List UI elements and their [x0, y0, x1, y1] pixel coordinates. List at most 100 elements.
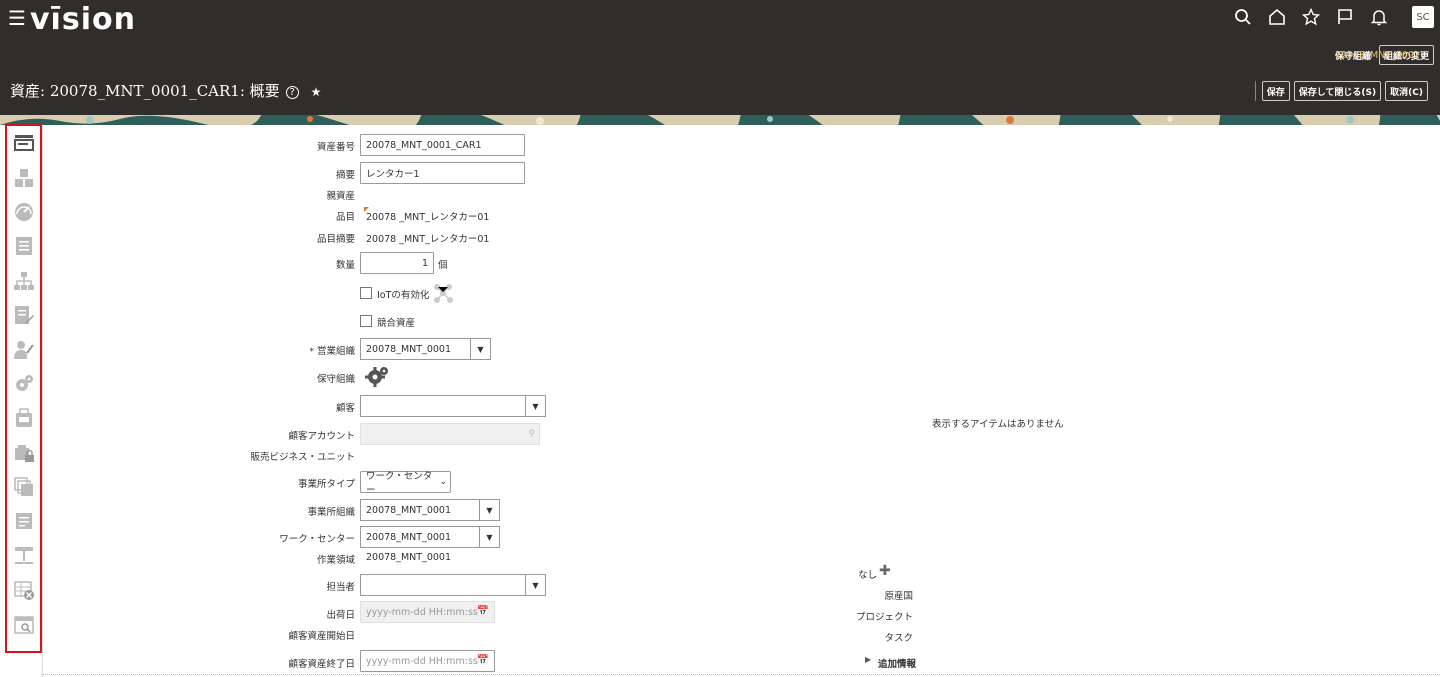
description-input[interactable]: レンタカー1 [360, 162, 525, 184]
quantity-input[interactable]: 1 [360, 252, 434, 274]
app-logo[interactable]: vīsion [30, 2, 136, 37]
favorite-star-icon[interactable]: ★ [311, 85, 322, 99]
calendar-icon: 📅 [476, 606, 489, 617]
hierarchy-icon [13, 271, 34, 290]
customer-account-input: ⚲ [360, 423, 540, 445]
competitor-asset-label: 競合資産 [377, 318, 416, 329]
operating-org-value: 20078_MNT_0001 [366, 343, 452, 355]
search-doc-icon [13, 615, 34, 634]
list-note-icon [15, 513, 32, 530]
sales-bu-label: 販売ビジネス・ユニット [250, 452, 355, 463]
page-title: 資産: 20078_MNT_0001_CAR1: 概要 [10, 82, 280, 100]
sidebar-item-list-notes[interactable] [7, 504, 40, 538]
item-label: 品目 [335, 212, 355, 223]
no-items-message: 表示するアイテムはありません [932, 419, 1064, 430]
sidebar-item-documents[interactable] [7, 229, 40, 263]
document-icon [15, 237, 32, 256]
additional-info-link[interactable]: 追加情報 [878, 656, 916, 670]
sidebar-item-technician[interactable] [7, 332, 40, 366]
user-avatar[interactable]: SC [1412, 6, 1434, 28]
structure-icon [14, 546, 33, 564]
customer-asset-end-placeholder: yyyy-mm-dd HH:mm:ss [366, 655, 478, 667]
iot-checkbox[interactable] [360, 287, 372, 299]
sidebar-item-basic-info[interactable] [7, 126, 40, 160]
location-type-value: ワーク・センター [366, 471, 433, 496]
favorites-icon[interactable] [1300, 6, 1322, 28]
components-icon [14, 168, 33, 187]
save-button[interactable]: 保存 [1261, 81, 1290, 101]
location-org-select[interactable]: 20078_MNT_0001 ▼ [360, 499, 500, 521]
edit-note-icon [14, 306, 34, 325]
task-label: タスク [884, 633, 913, 644]
sidebar-item-edit-notes[interactable] [7, 298, 40, 332]
competitor-asset-checkbox[interactable] [360, 315, 372, 327]
sidebar-item-assets-locked[interactable] [7, 436, 40, 470]
owner-select[interactable]: ▼ [360, 574, 546, 596]
sidebar-item-components[interactable] [7, 160, 40, 194]
sidebar-item-search-doc[interactable] [7, 607, 40, 641]
work-center-label: ワーク・センター [279, 534, 355, 545]
expand-triangle-icon[interactable]: ▶ [865, 655, 871, 664]
work-center-value: 20078_MNT_0001 [366, 531, 452, 543]
asset-number-input[interactable]: 20078_MNT_0001_CAR1 [360, 134, 525, 156]
country-of-origin-label: 原産国 [884, 591, 913, 602]
page-actions: 保存 保存して閉じる(S) 取消(C) [1254, 81, 1428, 101]
help-icon[interactable]: ? [285, 85, 299, 99]
operating-org-select[interactable]: 20078_MNT_0001 ▼ [360, 338, 491, 360]
required-indicator: * [309, 347, 314, 357]
work-area-value: 20078_MNT_0001 [366, 552, 452, 563]
quantity-unit: 個 [438, 260, 448, 271]
owner-label: 担当者 [326, 582, 355, 593]
description-label: 摘要 [335, 170, 355, 181]
sidebar-item-spreadsheet[interactable] [7, 573, 40, 607]
maintenance-gears-icon [15, 374, 33, 391]
chevron-down-icon[interactable]: ▼ [470, 339, 490, 359]
customer-select[interactable]: ▼ [360, 395, 546, 417]
chevron-down-icon[interactable]: ▼ [525, 575, 545, 595]
add-icon[interactable]: ✚ [879, 563, 891, 579]
sidebar-item-copies[interactable] [7, 470, 40, 504]
home-icon[interactable] [1266, 6, 1288, 28]
ship-date-input: yyyy-mm-dd HH:mm:ss 📅 [360, 601, 495, 623]
asset-number-label: 資産番号 [316, 142, 355, 153]
sidebar-item-meters[interactable] [7, 195, 40, 229]
maintenance-gear-icon[interactable] [364, 364, 390, 390]
chevron-down-icon[interactable]: ⌄ [439, 477, 450, 487]
search-icon[interactable] [1232, 6, 1254, 28]
org-value: 20078_MNT_0001 [1334, 49, 1420, 61]
sidebar-item-maintenance[interactable] [7, 367, 40, 401]
decorative-banner [0, 115, 1440, 125]
sidebar-item-hierarchy[interactable] [7, 264, 40, 298]
global-header: ☰ vīsion SC 保守組織 20078_MNT_0001 組織の変更 資産… [0, 0, 1440, 115]
copies-icon [13, 477, 33, 497]
parent-asset-label: 親資産 [326, 191, 355, 202]
chevron-down-icon[interactable]: ▼ [479, 527, 499, 547]
operating-org-label: * 営業組織 [309, 343, 355, 357]
item-marker-icon [364, 207, 369, 212]
item-value[interactable]: 20078 _MNT_レンタカー01 [366, 209, 489, 223]
meter-icon [14, 202, 33, 221]
chevron-down-icon[interactable]: ▼ [525, 396, 545, 416]
flag-icon[interactable] [1334, 6, 1356, 28]
package-icon [15, 408, 32, 428]
location-org-value: 20078_MNT_0001 [366, 504, 452, 516]
divider [1254, 81, 1256, 101]
sidebar-item-package[interactable] [7, 401, 40, 435]
save-close-button[interactable]: 保存して閉じる(S) [1293, 81, 1382, 101]
iot-label: IoTの有効化 [377, 290, 430, 301]
customer-asset-end-input[interactable]: yyyy-mm-dd HH:mm:ss 📅 [360, 650, 495, 672]
work-center-select[interactable]: 20078_MNT_0001 ▼ [360, 526, 500, 548]
location-type-select[interactable]: ワーク・センター ⌄ [360, 471, 451, 496]
chevron-down-icon[interactable]: ▼ [479, 500, 499, 520]
notifications-icon[interactable] [1368, 6, 1390, 28]
menu-icon[interactable]: ☰ [8, 8, 26, 28]
calendar-icon[interactable]: 📅 [477, 655, 489, 666]
operating-org-label-text: 営業組織 [316, 346, 355, 357]
sidebar-item-structure[interactable] [7, 539, 40, 573]
project-label: プロジェクト [855, 612, 913, 623]
cancel-button[interactable]: 取消(C) [1385, 81, 1428, 101]
org-bar: 保守組織 20078_MNT_0001 組織の変更 [1335, 45, 1434, 65]
work-area-label: 作業領域 [316, 555, 355, 566]
basic-info-icon [13, 135, 34, 152]
maintenance-org-label: 保守組織 [316, 374, 355, 385]
